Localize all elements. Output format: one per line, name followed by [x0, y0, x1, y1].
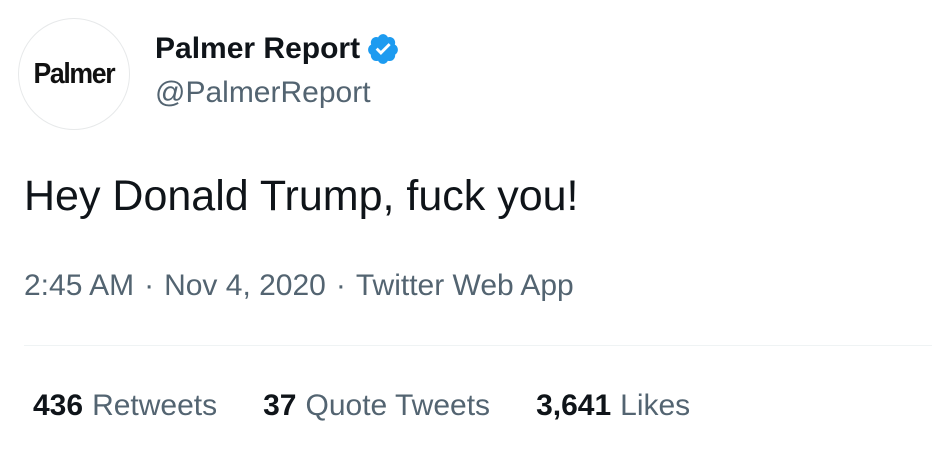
retweets-count: 436 [33, 389, 84, 422]
divider [24, 345, 932, 346]
tweet-metadata: 2:45 AM · Nov 4, 2020 · Twitter Web App [24, 266, 574, 306]
quote-tweets-count: 37 [263, 389, 297, 422]
likes-count: 3,641 [536, 389, 612, 422]
tweet-text: Hey Donald Trump, fuck you! [24, 172, 579, 220]
likes-stat[interactable]: 3,641 Likes [536, 386, 690, 426]
meta-separator: · [335, 269, 346, 302]
avatar[interactable]: Palmer [18, 18, 130, 130]
tweet-source[interactable]: Twitter Web App [356, 266, 574, 306]
verified-badge-icon [366, 32, 400, 66]
quote-tweets-stat[interactable]: 37 Quote Tweets [263, 386, 490, 426]
likes-label: Likes [620, 389, 691, 422]
avatar-logo-text: Palmer [33, 57, 116, 90]
quote-tweets-label: Quote Tweets [305, 389, 491, 422]
handle[interactable]: @PalmerReport [155, 75, 400, 111]
meta-separator: · [144, 269, 155, 302]
retweets-stat[interactable]: 436 Retweets [33, 386, 217, 426]
retweets-label: Retweets [92, 389, 218, 422]
tweet-date[interactable]: Nov 4, 2020 [164, 266, 326, 306]
tweet-time[interactable]: 2:45 AM [24, 266, 134, 306]
display-name[interactable]: Palmer Report [155, 31, 360, 67]
tweet-header: Palmer Palmer Report @PalmerReport [18, 18, 400, 130]
author-names: Palmer Report @PalmerReport [155, 31, 400, 111]
display-name-row: Palmer Report [155, 31, 400, 67]
tweet-detail: Palmer Palmer Report @PalmerReport Hey D… [0, 0, 932, 450]
engagement-stats: 436 Retweets 37 Quote Tweets 3,641 Likes [33, 386, 736, 426]
